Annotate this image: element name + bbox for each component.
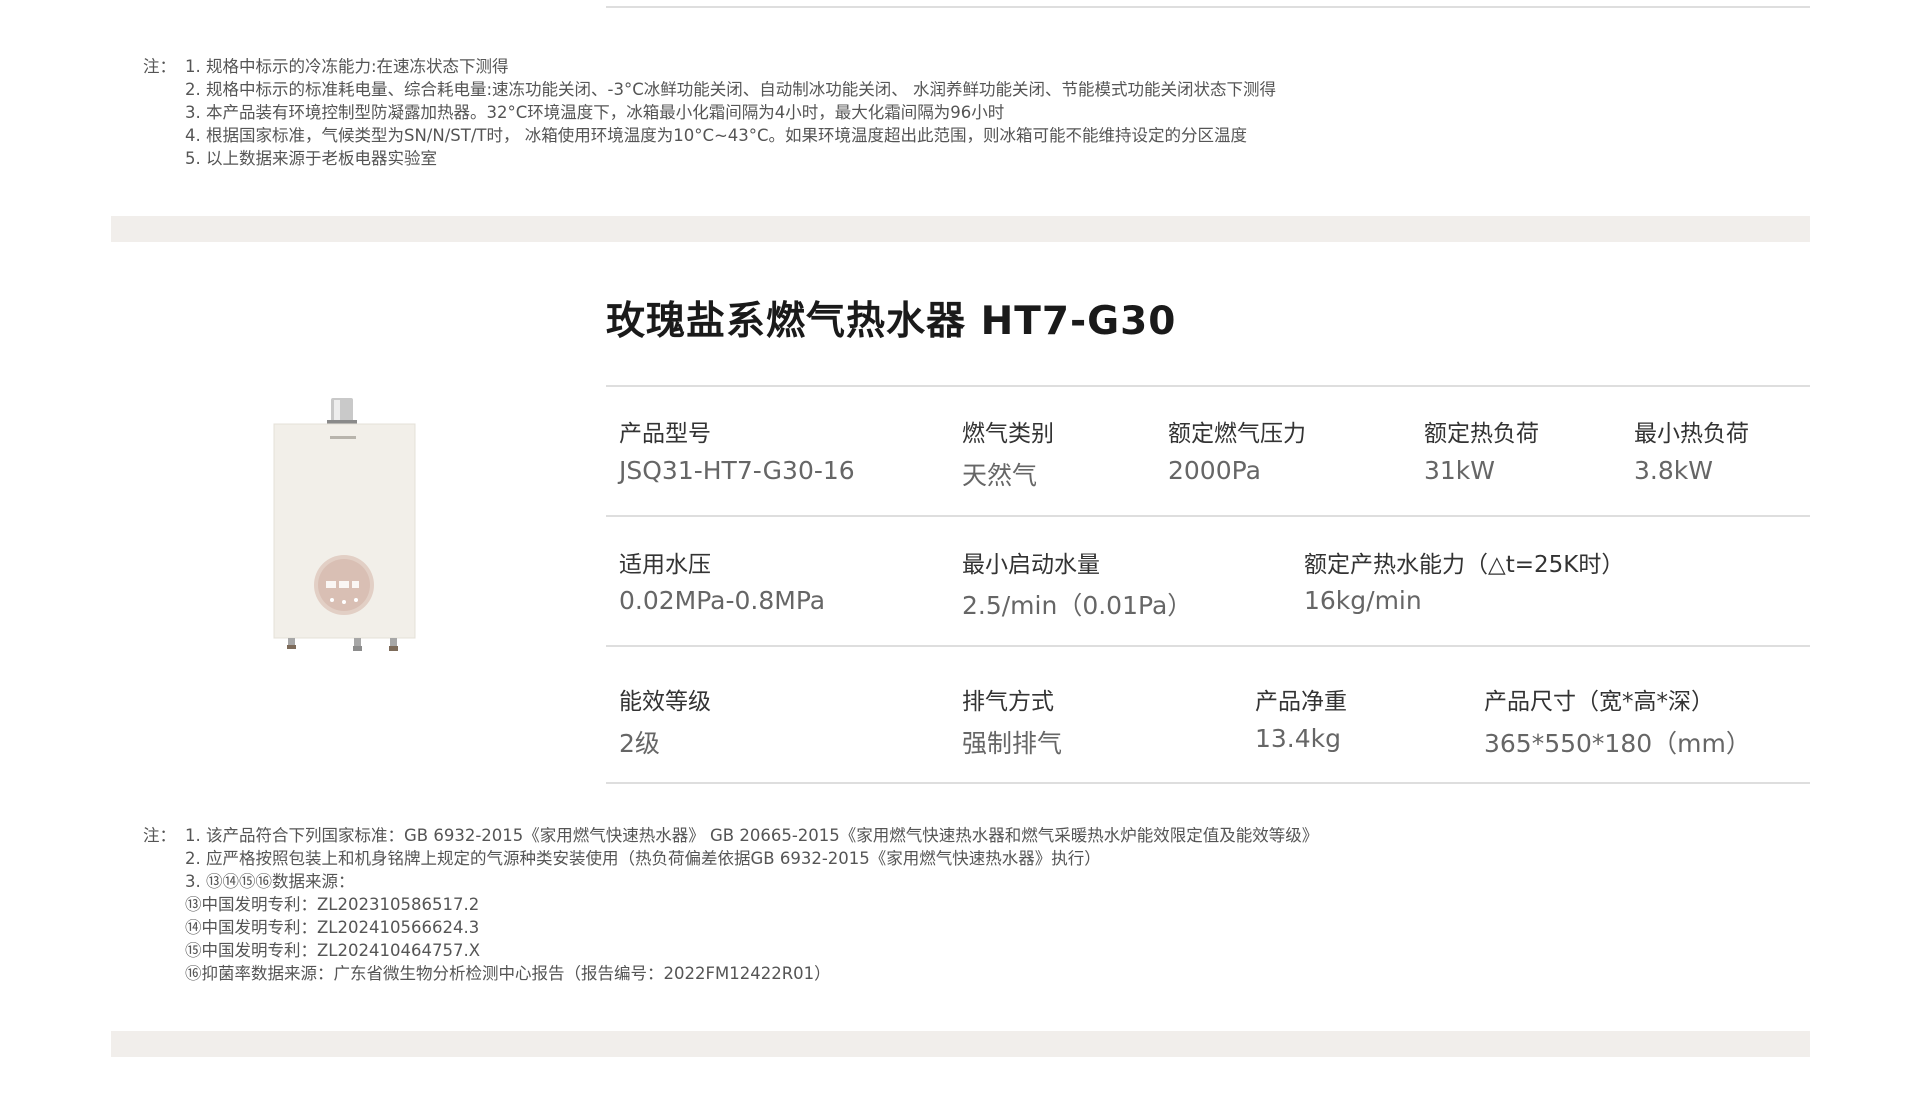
top-divider (606, 6, 1810, 8)
top-notes-label: 注： (143, 57, 176, 76)
spec-value-gas-type: 天然气 (962, 461, 1038, 490)
top-note-item: 2. 规格中标示的标准耗电量、综合耗电量:速冻功能关闭、-3°C冰鲜功能关闭、自… (185, 80, 1277, 99)
spec-label-exhaust-method: 排气方式 (962, 689, 1054, 715)
spec-table-bottom-rule (606, 782, 1810, 784)
spec-value-hot-water-capacity: 16kg/min (1304, 586, 1422, 615)
bottom-note-item: 2. 应严格按照包装上和机身铭牌上规定的气源种类安装使用（热负荷偏差依据GB 6… (185, 849, 1101, 868)
top-note-item: 5. 以上数据来源于老板电器实验室 (185, 149, 437, 168)
spec-value-model: JSQ31-HT7-G30-16 (619, 456, 855, 485)
bottom-note-item: ⑯抑菌率数据来源：广东省微生物分析检测中心报告（报告编号：2022FM12422… (185, 964, 831, 983)
spec-label-water-pressure: 适用水压 (619, 552, 711, 578)
spec-label-dimensions: 产品尺寸（宽*高*深） (1484, 689, 1714, 715)
spec-value-min-heat-load: 3.8kW (1634, 456, 1713, 485)
bottom-notes: 注： 1. 该产品符合下列国家标准：GB 6932-2015《家用燃气快速热水器… (143, 824, 1318, 985)
water-heater-image (273, 398, 416, 651)
bottom-note-item: 3. ⑬⑭⑮⑯数据来源： (185, 872, 355, 891)
spec-table-top-rule (606, 385, 1810, 387)
bottom-note-item: ⑬中国发明专利：ZL202310586517.2 (185, 895, 480, 914)
bottom-note-item: 1. 该产品符合下列国家标准：GB 6932-2015《家用燃气快速热水器》 G… (185, 826, 1319, 845)
spec-value-net-weight: 13.4kg (1255, 724, 1342, 753)
top-note-item: 1. 规格中标示的冷冻能力:在速冻状态下测得 (185, 57, 509, 76)
spec-label-min-start-flow: 最小启动水量 (962, 552, 1100, 578)
spec-value-min-start-flow: 2.5/min（0.01Pa） (962, 591, 1193, 620)
spec-row-divider (606, 645, 1810, 647)
spec-value-gas-pressure: 2000Pa (1168, 456, 1261, 485)
spec-value-efficiency-grade: 2级 (619, 729, 660, 758)
top-notes: 注： 1. 规格中标示的冷冻能力:在速冻状态下测得 2. 规格中标示的标准耗电量… (143, 55, 1276, 170)
spec-label-rated-heat-load: 额定热负荷 (1424, 421, 1539, 447)
bottom-note-item: ⑮中国发明专利：ZL202410464757.X (185, 941, 481, 960)
spec-row-divider (606, 515, 1810, 517)
product-title: 玫瑰盐系燃气热水器 HT7-G30 (606, 299, 1177, 344)
spec-value-water-pressure: 0.02MPa-0.8MPa (619, 586, 826, 615)
top-note-item: 4. 根据国家标准，气候类型为SN/N/ST/T时， 冰箱使用环境温度为10°C… (185, 126, 1248, 145)
spec-label-model: 产品型号 (619, 421, 711, 447)
spec-value-dimensions: 365*550*180（mm） (1484, 729, 1751, 758)
top-note-item: 3. 本产品装有环境控制型防凝露加热器。32°C环境温度下，冰箱最小化霜间隔为4… (185, 103, 1005, 122)
spec-value-exhaust-method: 强制排气 (962, 729, 1063, 758)
spec-label-efficiency-grade: 能效等级 (619, 689, 711, 715)
section-separator-band (111, 1031, 1810, 1057)
spec-value-rated-heat-load: 31kW (1424, 456, 1496, 485)
spec-label-gas-pressure: 额定燃气压力 (1168, 421, 1306, 447)
spec-label-net-weight: 产品净重 (1255, 689, 1347, 715)
bottom-note-item: ⑭中国发明专利：ZL202410566624.3 (185, 918, 480, 937)
spec-label-min-heat-load: 最小热负荷 (1634, 421, 1749, 447)
section-separator-band (111, 216, 1810, 242)
bottom-notes-label: 注： (143, 826, 176, 845)
spec-label-hot-water-capacity: 额定产热水能力（△t=25K时） (1304, 552, 1625, 578)
spec-label-gas-type: 燃气类别 (962, 421, 1054, 447)
